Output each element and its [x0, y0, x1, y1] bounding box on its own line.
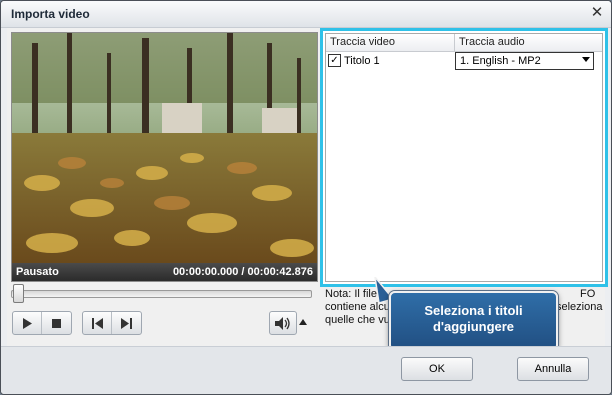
chevron-down-icon [582, 57, 590, 62]
note-line-3: quelle che vu [325, 314, 390, 326]
seek-handle[interactable] [13, 284, 24, 303]
arrow-up-icon [299, 319, 307, 325]
cancel-button[interactable]: Annulla [517, 357, 589, 381]
title-checkbox[interactable]: ✓ [328, 54, 341, 67]
audio-track-value: 1. English - MP2 [460, 55, 541, 67]
dialog-footer: OK Annulla [1, 347, 611, 394]
playback-time: 00:00:00.000 / 00:00:42.876 [172, 266, 313, 278]
note-line-2-end: seleziona [556, 301, 603, 313]
title-name: Titolo 1 [344, 55, 380, 67]
play-icon [23, 317, 32, 329]
playback-status-bar: Pausato 00:00:00.000 / 00:00:42.876 [12, 263, 317, 281]
navigation-controls [82, 311, 142, 335]
callout-tooltip: Seleziona i titoli d'aggiungere [389, 291, 558, 351]
volume-menu-button[interactable] [297, 311, 309, 333]
video-preview: Pausato 00:00:00.000 / 00:00:42.876 [11, 32, 318, 282]
import-video-dialog: Importa video ✕ Pausato 00:00:00.000 / 0… [0, 0, 612, 395]
callout-text: Seleziona i titoli d'aggiungere [424, 303, 523, 334]
stop-icon [51, 318, 61, 328]
next-button[interactable] [112, 312, 140, 334]
table-row[interactable]: ✓ Titolo 1 1. English - MP2 [326, 52, 602, 72]
playback-controls [12, 311, 72, 335]
prev-icon [91, 317, 103, 329]
audio-track-select[interactable]: 1. English - MP2 [455, 52, 594, 70]
close-icon[interactable]: ✕ [587, 4, 607, 22]
playback-state: Pausato [16, 266, 59, 278]
seek-bar[interactable] [11, 290, 312, 298]
note-line-1-end: FO [580, 288, 596, 300]
column-header-video[interactable]: Traccia video [330, 36, 395, 48]
title-bar: Importa video ✕ [1, 1, 611, 28]
column-header-audio[interactable]: Traccia audio [459, 36, 525, 48]
column-separator [454, 34, 455, 51]
video-frame [12, 33, 317, 263]
previous-button[interactable] [83, 312, 112, 334]
tracks-table-header: Traccia video Traccia audio [326, 34, 602, 52]
play-button[interactable] [13, 312, 42, 334]
stop-button[interactable] [42, 312, 70, 334]
tracks-table: Traccia video Traccia audio ✓ Titolo 1 1… [325, 33, 603, 282]
next-icon [120, 317, 132, 329]
speaker-icon [275, 316, 290, 330]
ok-button[interactable]: OK [401, 357, 473, 381]
window-title: Importa video [11, 7, 90, 21]
tracks-highlight-frame: Traccia video Traccia audio ✓ Titolo 1 1… [320, 28, 608, 287]
volume-button[interactable] [269, 311, 297, 335]
